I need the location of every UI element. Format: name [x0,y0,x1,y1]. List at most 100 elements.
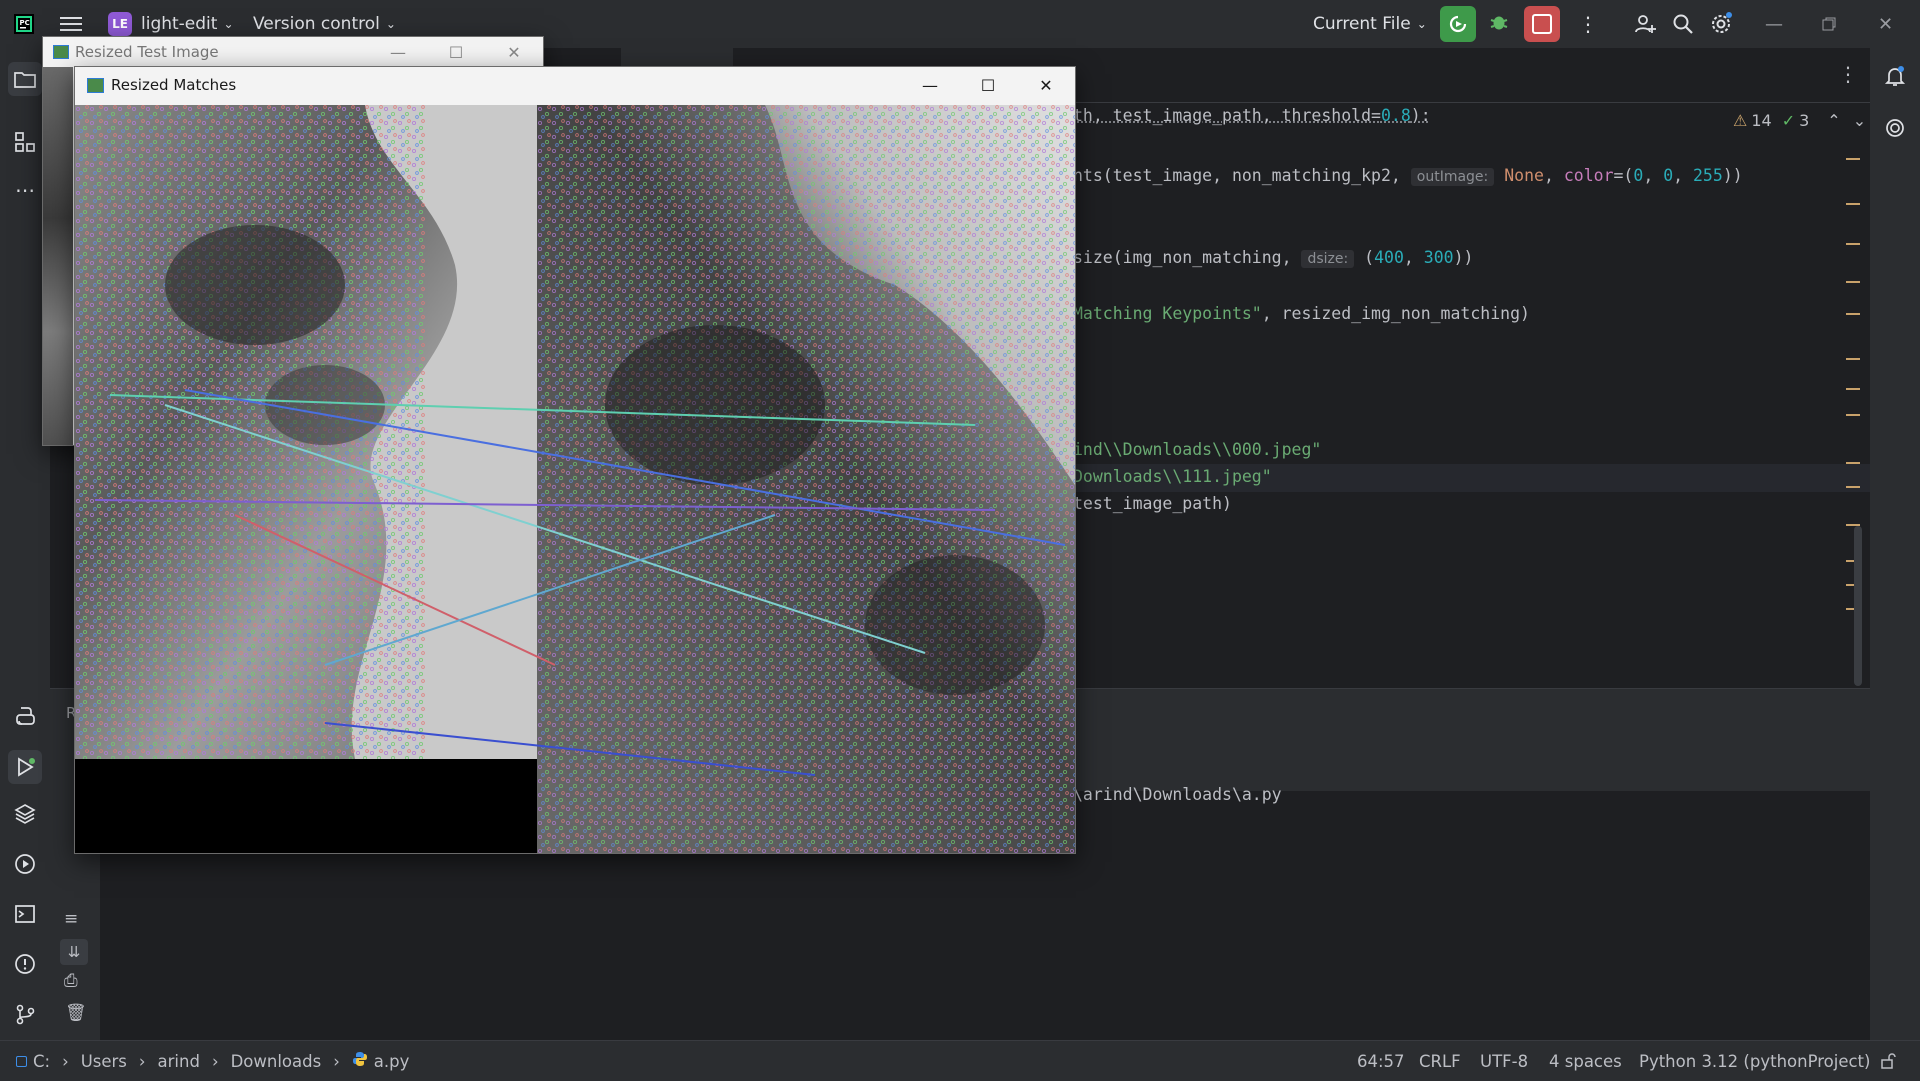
breadcrumb-item[interactable]: Users [81,1052,127,1071]
breadcrumb-item[interactable]: Downloads [231,1052,322,1071]
indent-setting[interactable]: 4 spaces [1549,1041,1622,1081]
console-output-line: \arind\Downloads\a.py [1073,785,1282,804]
python-interpreter[interactable]: Python 3.12 (pythonProject) [1639,1041,1870,1081]
scrollbar-marker [1846,388,1860,390]
inlay-hint: dsize: [1301,250,1355,268]
close-window-icon[interactable]: ✕ [1878,0,1893,48]
caret-position[interactable]: 64:57 [1357,1041,1405,1081]
line-separator[interactable]: CRLF [1419,1041,1461,1081]
problems-icon[interactable] [11,950,39,978]
print-icon[interactable]: ⎙ [64,971,78,991]
code-line[interactable]: Downloads\\111.jpeg" [1073,467,1272,486]
trash-icon[interactable]: 🗑 [65,1003,87,1023]
code-line[interactable]: ind\\Downloads\\000.jpeg" [1073,440,1321,459]
inspections-widget[interactable]: ⚠ 14 ✓ 3 ⌃ ⌄ [1733,108,1866,132]
chevron-down-icon: ⌄ [385,17,396,31]
settings-gear-icon[interactable] [1708,0,1734,48]
chevron-down-icon: ⌄ [223,17,234,31]
warning-icon: ⚠ [1733,110,1748,130]
git-branch-icon[interactable] [11,1000,39,1028]
matches-image-canvas [75,105,1075,853]
python-console-icon[interactable] [11,702,39,730]
bug-icon [1488,11,1510,38]
scrollbar-marker [1846,414,1860,416]
project-badge: LE [108,12,132,36]
project-folder-icon[interactable] [8,62,42,96]
code-string: Matching Keypoints" [1073,304,1262,323]
search-icon[interactable] [1671,0,1695,48]
scrollbar-marker [1846,203,1860,205]
code-string: Downloads\\111.jpeg" [1073,467,1272,486]
code-text: )) [1722,166,1743,185]
test-image-preview [43,67,73,445]
minimize-window-icon[interactable]: — [1765,0,1783,48]
breadcrumb-item[interactable]: a.py [374,1052,410,1071]
run-tool-icon[interactable] [8,750,42,784]
minimize-icon[interactable]: — [901,67,959,103]
code-text: =( [1613,166,1634,185]
code-text: nts(test_image, non_matching_kp2, [1073,166,1411,185]
check-icon: ✓ [1781,110,1796,130]
scrollbar-marker [1846,462,1860,464]
breadcrumb-item[interactable]: C: [33,1052,50,1071]
editor-scrollbar-thumb[interactable] [1854,526,1862,686]
code-number: 400 [1374,248,1404,267]
resized-matches-window[interactable]: Resized Matches — ☐ ✕ [74,66,1076,854]
more-actions-icon[interactable]: ⋮ [1578,0,1598,48]
services-icon[interactable] [11,850,39,878]
right-tool-strip [1869,48,1920,1040]
code-text: size(img_non_matching, [1073,248,1302,267]
code-number: 300 [1423,248,1454,267]
ai-assistant-icon[interactable] [1881,114,1909,142]
code-keyword: None [1504,166,1544,185]
scroll-to-end-icon[interactable]: ⇊ [60,939,88,965]
code-number: 0 [1633,166,1644,185]
layers-icon[interactable] [11,800,39,828]
run-config-selector[interactable]: Current File ⌄ [1313,0,1427,48]
unlock-icon[interactable] [1880,1041,1896,1081]
file-encoding[interactable]: UTF-8 [1480,1041,1528,1081]
scrollbar-marker [1846,486,1860,488]
code-param: color [1563,166,1614,185]
close-icon[interactable]: ✕ [485,37,543,67]
image-window-icon [53,45,69,59]
minimize-icon[interactable]: — [369,37,427,67]
window-title: Resized Test Image [75,43,219,61]
chevron-right-icon: › [333,1051,340,1071]
more-tools-icon[interactable]: ⋯ [11,176,39,204]
restore-window-icon[interactable] [1822,0,1836,48]
drive-icon [16,1055,27,1067]
code-line[interactable]: Matching Keypoints", resized_img_non_mat… [1073,304,1530,323]
checks-count: 3 [1799,110,1810,130]
breadcrumb: C: › Users › arind › Downloads › a.py [16,1041,409,1081]
run-config-label: Current File [1313,14,1411,34]
code-text: test_image_path) [1073,494,1232,513]
maximize-icon[interactable]: ☐ [427,37,485,67]
scrollbar-marker [1846,313,1860,315]
rerun-button[interactable] [1440,0,1476,48]
scrollbar-marker [1846,158,1860,160]
debug-button[interactable] [1488,0,1510,48]
inlay-hint: outImage: [1410,168,1495,186]
breadcrumb-item[interactable]: arind [158,1052,200,1071]
code-line[interactable]: size(img_non_matching, dsize: (400, 300)… [1073,248,1473,268]
add-user-icon[interactable] [1633,0,1657,48]
code-text: , resized_img_non_matching) [1261,304,1530,323]
soft-wrap-icon[interactable]: ≡ [64,909,78,929]
code-line[interactable]: th, test_image_path, threshold=0.8): [1073,106,1431,125]
structure-icon[interactable] [11,128,39,156]
code-text: th, test_image_path, threshold= [1073,106,1381,125]
status-bar: C: › Users › arind › Downloads › a.py 64… [0,1040,1920,1081]
maximize-icon[interactable]: ☐ [959,67,1017,103]
stop-button[interactable] [1524,0,1560,48]
python-file-icon [352,1051,368,1071]
terminal-icon[interactable] [11,900,39,928]
code-line[interactable]: test_image_path) [1073,494,1232,513]
chevron-down-icon: ⌄ [1852,110,1867,130]
code-line[interactable]: nts(test_image, non_matching_kp2, outIma… [1073,166,1743,186]
vcs-label: Version control [253,14,380,34]
close-icon[interactable]: ✕ [1017,67,1075,103]
notifications-bell-icon[interactable] [1881,62,1909,90]
chevron-up-icon: ⌃ [1827,110,1841,130]
tab-options-icon[interactable]: ⋮ [1838,62,1858,86]
